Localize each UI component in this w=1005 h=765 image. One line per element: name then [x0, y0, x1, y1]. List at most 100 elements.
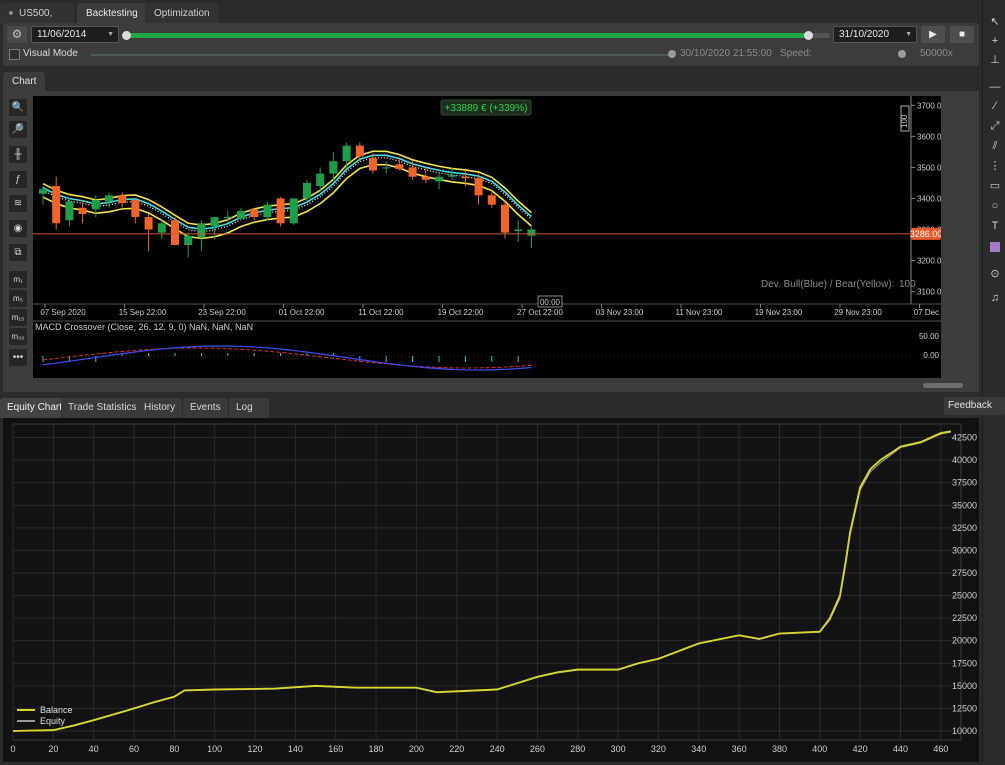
fibonacci-icon[interactable]: ⋮ [987, 158, 1003, 174]
date-tick-label: 01 Oct 22:00 [279, 308, 325, 317]
date-tick-label: 19 Oct 22:00 [438, 308, 484, 317]
dev-value: 100 [899, 279, 916, 290]
timeframe-m15-icon[interactable]: m₁₅ [9, 309, 27, 326]
candle-body [65, 201, 74, 221]
candle-body [369, 158, 377, 171]
candle-body [501, 204, 509, 233]
equity-y-tick: 40000 [952, 455, 977, 465]
horizontal-line-icon[interactable]: — [987, 79, 1003, 95]
date-axis: 07 Sep 2020 15 Sep 22:00 23 Sep 22:00 01 Oc… [40, 304, 962, 317]
indicator-bands [42, 150, 532, 240]
price-tick-label: 3700.0 [917, 101, 941, 110]
candle-body [342, 145, 351, 162]
settings-gear-icon[interactable]: ⚙ [7, 26, 27, 43]
equity-y-tick: 20000 [952, 636, 977, 646]
date-tick-label: 23 Sep 22:00 [198, 308, 246, 317]
candle-body [276, 198, 285, 224]
more-icon[interactable]: ••• [9, 349, 27, 366]
equity-y-tick: 17500 [952, 658, 977, 668]
text-icon[interactable]: T [987, 218, 1003, 234]
candle-body [435, 176, 443, 182]
ray-icon[interactable]: ⤢ [987, 118, 1003, 134]
channel-icon[interactable]: ⫽ [987, 138, 1003, 154]
feedback-button[interactable]: Feedback 💬 [944, 397, 1005, 429]
legend-balance: Balance [40, 705, 73, 715]
symbol-dot-icon [9, 11, 13, 16]
candle-body [316, 173, 325, 187]
visual-mode-handle[interactable] [668, 50, 676, 58]
timeframe-m1-icon[interactable]: m₁ [9, 271, 27, 288]
tab-chart[interactable]: Chart [3, 72, 46, 92]
layers-icon[interactable]: ≋ [9, 195, 27, 212]
circle-icon[interactable]: ○ [987, 198, 1003, 214]
candle-body [197, 223, 206, 238]
equity-x-tick: 400 [812, 744, 827, 754]
end-date-picker[interactable]: 31/10/2020 ▼ [833, 26, 917, 43]
candle-body [461, 176, 470, 179]
zoom-in-icon[interactable]: 🔍 [9, 99, 27, 116]
screenshot-icon[interactable]: ⧉ [9, 244, 27, 261]
date-tick-label: 03 Nov 23:00 [596, 308, 644, 317]
cursor-icon[interactable]: ↖ [987, 14, 1003, 30]
candle-body [289, 198, 298, 224]
price-tick-label: 3100.0 [917, 288, 941, 297]
backtest-range-slider[interactable] [122, 31, 830, 40]
rectangle-icon[interactable]: ▭ [987, 178, 1003, 194]
equity-y-tick: 37500 [952, 478, 977, 488]
tab-log[interactable]: Log [229, 398, 269, 418]
position-icon[interactable]: ⊥ [987, 52, 1003, 68]
equity-chart[interactable]: 10000 12500 15000 17500 20000 22500 25000 27500… [3, 418, 979, 762]
candle-body [303, 182, 311, 199]
equity-y-tick: 42500 [952, 433, 977, 443]
tab-symbol[interactable]: US500, D1 [0, 3, 74, 40]
equity-y-tick: 15000 [952, 681, 977, 691]
play-button[interactable]: ▶ [921, 26, 945, 43]
candle-body [91, 200, 100, 210]
indicators-icon[interactable]: ƒ [9, 171, 27, 188]
equity-y-tick: 30000 [952, 545, 977, 555]
candle-body [118, 195, 127, 204]
start-date-picker[interactable]: 11/06/2014 ▼ [31, 26, 119, 43]
tab-trade-statistics[interactable]: Trade Statistics [61, 398, 144, 418]
candle-body [144, 217, 153, 230]
tab-backtesting[interactable]: Backtesting [77, 3, 147, 24]
candle-body [78, 207, 87, 214]
trend-line-icon[interactable]: ∕ [987, 98, 1003, 114]
equity-x-tick: 320 [651, 744, 666, 754]
tab-optimization[interactable]: Optimization [145, 3, 219, 24]
equity-y-tick: 35000 [952, 500, 977, 510]
candle-body [171, 220, 179, 246]
speed-handle[interactable] [898, 50, 906, 58]
profit-badge: +33889 € (+339%) [445, 103, 528, 114]
speed-value: 50000x [920, 48, 953, 59]
date-tick-label: 29 Nov 23:00 [834, 308, 882, 317]
price-chart-svg: +33889 € (+339%) 100 3700.0 3600.0 3500.0 3… [33, 96, 962, 371]
candle-body [487, 195, 496, 205]
equity-y-tick: 22500 [952, 613, 977, 623]
color-swatch-icon[interactable] [987, 241, 1003, 257]
alert-bell-icon[interactable]: ♫ [987, 290, 1003, 306]
chart-scrollbar[interactable] [923, 383, 963, 388]
crosshair-icon[interactable]: + [987, 33, 1003, 49]
candle-body [527, 229, 536, 236]
date-tick-label: 19 Nov 23:00 [755, 308, 803, 317]
visual-mode-label: Visual Mode [23, 48, 78, 59]
chart-type-icon[interactable]: ╫ [9, 146, 27, 163]
tab-history[interactable]: History [137, 398, 183, 418]
visual-mode-checkbox[interactable] [9, 49, 20, 60]
timeframe-m30-icon[interactable]: m₃₀ [9, 328, 27, 345]
tab-events[interactable]: Events [183, 398, 228, 418]
slider-start-handle[interactable] [122, 31, 131, 40]
candle-body [474, 178, 483, 196]
equity-x-tick: 220 [449, 744, 464, 754]
zoom-out-icon[interactable]: 🔎 [9, 121, 27, 138]
equity-x-tick: 100 [207, 744, 222, 754]
price-chart[interactable]: +33889 € (+339%) 100 3700.0 3600.0 3500.0 3… [33, 96, 962, 378]
stop-button[interactable]: ■ [950, 26, 974, 43]
tab-equity-chart[interactable]: Equity Chart [0, 398, 70, 418]
slider-end-handle[interactable] [803, 31, 813, 40]
candle-body [39, 189, 47, 194]
eye-icon[interactable]: ◉ [9, 220, 27, 237]
link-icon[interactable]: ⊙ [987, 266, 1003, 282]
timeframe-m5-icon[interactable]: m₅ [9, 290, 27, 307]
